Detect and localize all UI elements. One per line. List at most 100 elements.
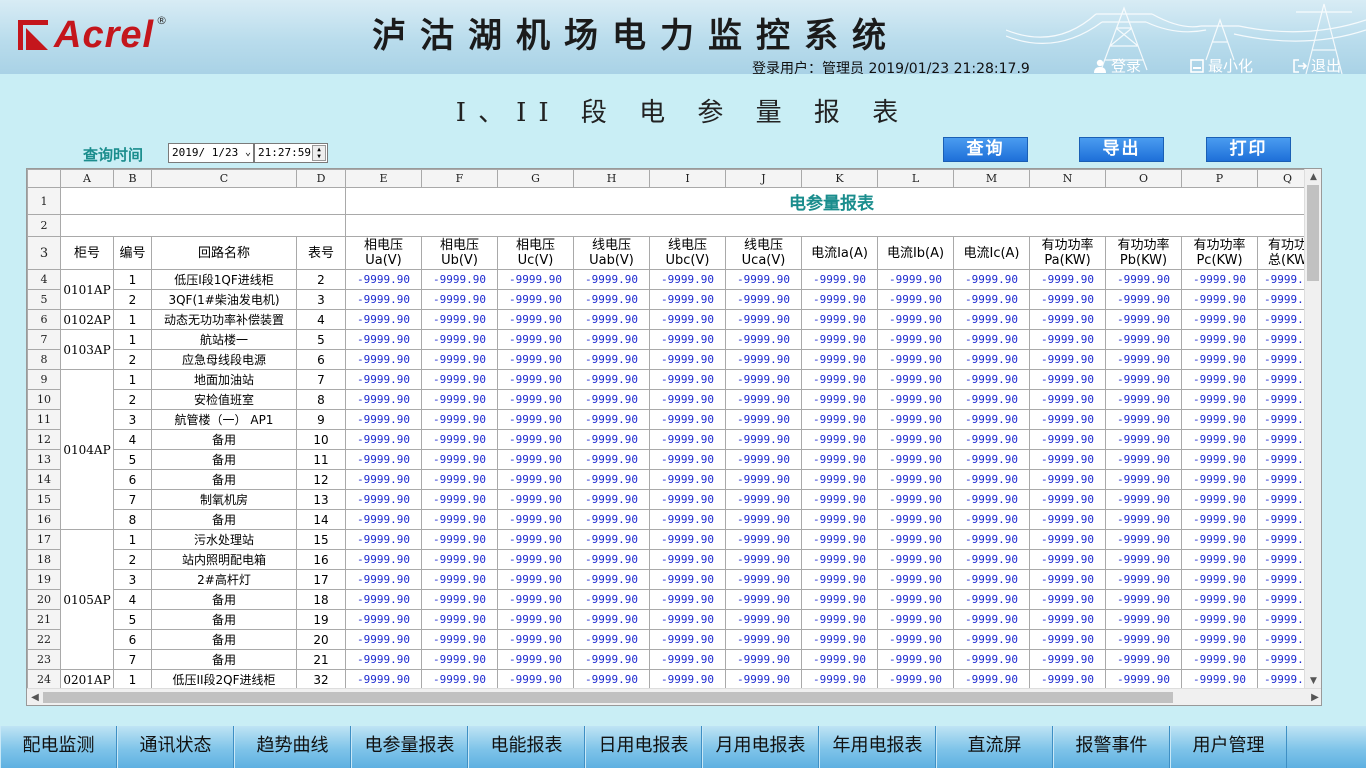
row-header[interactable]: 23 xyxy=(27,649,61,670)
value-cell: -9999.90 xyxy=(573,449,650,470)
value-cell: -9999.90 xyxy=(953,549,1030,570)
nav-item-10[interactable]: 报警事件 xyxy=(1053,726,1170,768)
value-cell: -9999.90 xyxy=(573,549,650,570)
row-header[interactable]: 21 xyxy=(27,609,61,630)
nav-item-8[interactable]: 年用电报表 xyxy=(819,726,936,768)
query-button[interactable]: 查询 xyxy=(943,137,1028,162)
row-header[interactable]: 18 xyxy=(27,549,61,570)
nav-item-4[interactable]: 电参量报表 xyxy=(351,726,468,768)
row-header[interactable]: 2 xyxy=(27,214,61,237)
column-header-n[interactable]: N xyxy=(1029,169,1106,188)
value-cell: -9999.90 xyxy=(877,589,954,610)
scroll-up-icon[interactable]: ▲ xyxy=(1305,169,1321,185)
value-cell: -9999.90 xyxy=(1105,549,1182,570)
exit-button[interactable]: 退出 xyxy=(1293,55,1341,74)
value-cell: -9999.90 xyxy=(497,309,574,330)
column-header-i[interactable]: I xyxy=(649,169,726,188)
nav-item-3[interactable]: 趋势曲线 xyxy=(234,726,351,768)
value-cell: -9999.90 xyxy=(953,669,1030,690)
column-header-l[interactable]: L xyxy=(877,169,954,188)
row-header[interactable]: 13 xyxy=(27,449,61,470)
time-spinner-icon[interactable]: ▲ ▼ xyxy=(312,145,326,161)
row-header[interactable]: 19 xyxy=(27,569,61,590)
column-header-e[interactable]: E xyxy=(345,169,422,188)
value-cell: -9999.90 xyxy=(877,449,954,470)
export-button[interactable]: 导出 xyxy=(1079,137,1164,162)
value-cell: -9999.90 xyxy=(1181,629,1258,650)
date-picker[interactable]: 2019/ 1/23 ⌄ xyxy=(168,143,254,163)
minimize-label: 最小化 xyxy=(1208,57,1254,74)
column-header-c[interactable]: C xyxy=(151,169,297,188)
value-cell: -9999.90 xyxy=(1029,369,1106,390)
row-header[interactable]: 3 xyxy=(27,236,61,270)
horizontal-scrollbar[interactable]: ◀ ▶ xyxy=(27,688,1321,705)
value-cell: -9999.90 xyxy=(1029,269,1106,290)
column-header-j[interactable]: J xyxy=(725,169,802,188)
column-header-d[interactable]: D xyxy=(296,169,346,188)
row-header[interactable]: 22 xyxy=(27,629,61,650)
row-header[interactable]: 6 xyxy=(27,309,61,330)
row-header[interactable]: 24 xyxy=(27,669,61,690)
scroll-left-icon[interactable]: ◀ xyxy=(27,689,43,705)
print-button[interactable]: 打印 xyxy=(1206,137,1291,162)
value-cell: -9999.90 xyxy=(877,529,954,550)
vertical-scroll-thumb[interactable] xyxy=(1307,185,1319,281)
column-header-h[interactable]: H xyxy=(573,169,650,188)
value-cell: -9999.90 xyxy=(649,629,726,650)
row-header[interactable]: 4 xyxy=(27,269,61,290)
row-header[interactable]: 20 xyxy=(27,589,61,610)
value-cell: -9999.90 xyxy=(345,369,422,390)
value-cell: -9999.90 xyxy=(421,329,498,350)
nav-item-6[interactable]: 日用电报表 xyxy=(585,726,702,768)
row-header[interactable]: 17 xyxy=(27,529,61,550)
row-header[interactable]: 9 xyxy=(27,369,61,390)
value-cell: -9999.90 xyxy=(649,429,726,450)
row-header[interactable]: 15 xyxy=(27,489,61,510)
row-header[interactable]: 12 xyxy=(27,429,61,450)
row-header[interactable]: 5 xyxy=(27,289,61,310)
column-header-m[interactable]: M xyxy=(953,169,1030,188)
number-cell: 2 xyxy=(113,349,152,370)
login-button[interactable]: 登录 xyxy=(1093,55,1141,74)
horizontal-scroll-thumb[interactable] xyxy=(43,692,1173,703)
row-header[interactable]: 8 xyxy=(27,349,61,370)
minimize-button[interactable]: 最小化 xyxy=(1190,55,1253,74)
row-header[interactable]: 16 xyxy=(27,509,61,530)
column-header-a[interactable]: A xyxy=(60,169,114,188)
column-header-p[interactable]: P xyxy=(1181,169,1258,188)
nav-item-1[interactable]: 配电监测 xyxy=(0,726,117,768)
column-header-k[interactable]: K xyxy=(801,169,878,188)
column-header-o[interactable]: O xyxy=(1105,169,1182,188)
column-header-f[interactable]: F xyxy=(421,169,498,188)
select-all-corner[interactable] xyxy=(27,169,61,188)
scroll-down-icon[interactable]: ▼ xyxy=(1305,673,1321,689)
number-cell: 6 xyxy=(113,629,152,650)
row-header[interactable]: 7 xyxy=(27,329,61,350)
nav-item-11[interactable]: 用户管理 xyxy=(1170,726,1287,768)
value-cell: -9999.90 xyxy=(725,589,802,610)
value-cell: -9999.90 xyxy=(877,489,954,510)
value-cell: -9999.90 xyxy=(801,569,878,590)
row-header[interactable]: 14 xyxy=(27,469,61,490)
nav-item-2[interactable]: 通讯状态 xyxy=(117,726,234,768)
row-header[interactable]: 11 xyxy=(27,409,61,430)
value-cell: -9999.90 xyxy=(1029,389,1106,410)
column-header-b[interactable]: B xyxy=(113,169,152,188)
vertical-scrollbar[interactable]: ▲ ▼ xyxy=(1304,169,1321,689)
nav-item-9[interactable]: 直流屏 xyxy=(936,726,1053,768)
column-header-g[interactable]: G xyxy=(497,169,574,188)
value-cell: -9999.90 xyxy=(725,669,802,690)
table-row: 16 8 备用 14 -9999.90 -9999.90 -9999.90 -9999.90-… xyxy=(27,509,1318,530)
scroll-right-icon[interactable]: ▶ xyxy=(1307,689,1321,705)
value-cell: -9999.90 xyxy=(497,289,574,310)
value-cell: -9999.90 xyxy=(801,489,878,510)
nav-item-5[interactable]: 电能报表 xyxy=(468,726,585,768)
measure-title-line1: 相电压 xyxy=(515,238,555,253)
row-header[interactable]: 10 xyxy=(27,389,61,410)
row-header[interactable]: 1 xyxy=(27,187,61,215)
chevron-down-icon[interactable]: ⌄ xyxy=(245,144,251,162)
circuit-name-cell: 备用 xyxy=(151,609,297,630)
time-picker[interactable]: 21:27:59 ▲ ▼ xyxy=(254,143,328,163)
report-sheet: A B C D E F G H I J K L M N O P Q 1 电参量报表 2 3 柜号 编号 回路名称 表号 相电压 Ua… xyxy=(26,168,1322,706)
nav-item-7[interactable]: 月用电报表 xyxy=(702,726,819,768)
